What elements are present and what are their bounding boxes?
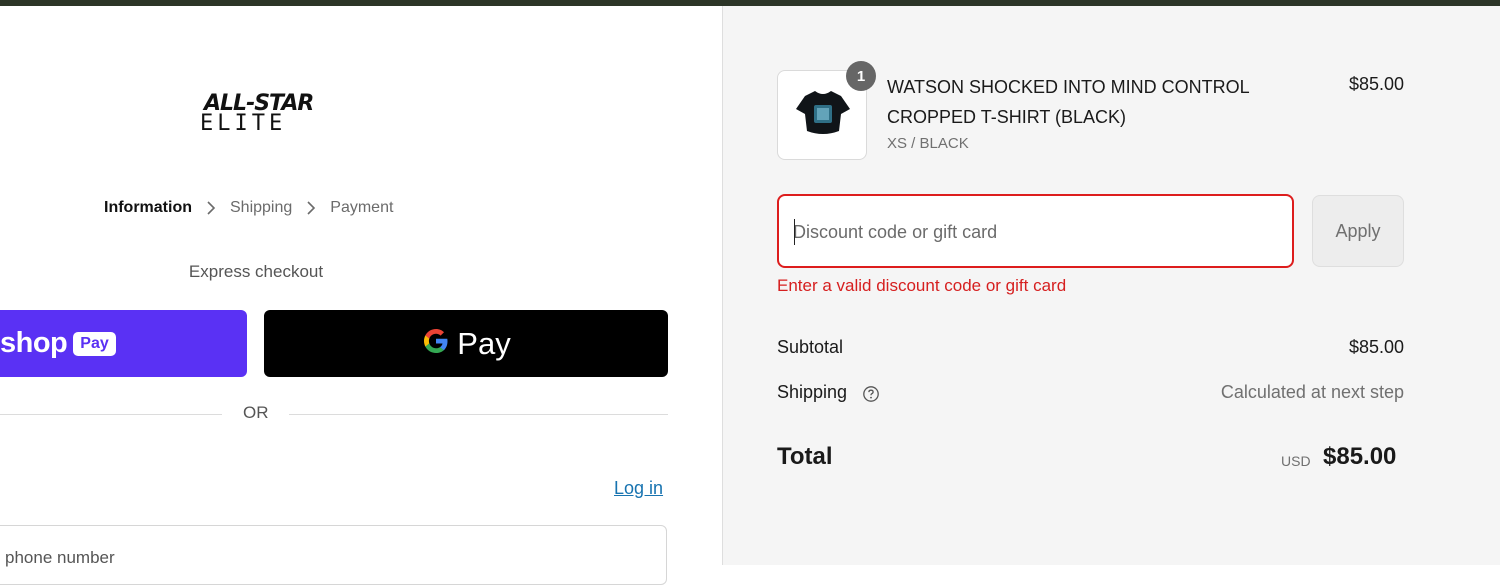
email-or-phone-field[interactable]: phone number: [0, 525, 667, 585]
phone-field-placeholder: phone number: [5, 548, 115, 567]
quantity-badge: 1: [846, 61, 876, 91]
or-line-left: [0, 414, 222, 415]
breadcrumb-payment: Payment: [330, 199, 394, 216]
or-label: OR: [243, 403, 269, 422]
shipping-label: Shipping: [777, 382, 848, 402]
shop-pay-button[interactable]: shop Pay: [0, 310, 247, 377]
or-divider: OR: [0, 403, 668, 425]
product-price: $85.00: [1348, 74, 1404, 94]
breadcrumb-information[interactable]: Information: [104, 199, 192, 217]
google-pay-button[interactable]: Pay: [264, 310, 668, 377]
or-line-right: [289, 414, 668, 415]
google-pay-label: Pay: [457, 325, 511, 361]
shop-pay-pill: Pay: [73, 331, 116, 356]
subtotal-label: Subtotal: [777, 337, 844, 357]
text-caret: [794, 219, 795, 245]
total-currency: USD: [1281, 453, 1311, 469]
breadcrumb-shipping: Shipping: [230, 199, 293, 216]
total-label: Total: [777, 443, 833, 470]
shop-pay-wordmark: shop: [0, 327, 68, 359]
discount-code-input[interactable]: [793, 218, 1273, 246]
total-amount: $85.00: [1323, 443, 1397, 470]
chevron-right-icon: [306, 201, 316, 215]
shipping-value: Calculated at next step: [1220, 382, 1404, 402]
subtotal-value: $85.00: [1348, 337, 1404, 357]
store-logo[interactable]: ALL-STAR ELITE: [198, 92, 314, 142]
discount-code-field[interactable]: [777, 194, 1294, 268]
google-g-icon: [421, 326, 451, 361]
login-link[interactable]: Log in: [614, 478, 663, 499]
discount-error-message: Enter a valid discount code or gift card: [777, 276, 1067, 295]
chevron-right-icon: [206, 201, 216, 215]
express-checkout-label: Express checkout: [188, 262, 324, 281]
breadcrumb: Information Shipping Payment: [104, 199, 393, 217]
apply-discount-button[interactable]: Apply: [1312, 195, 1404, 267]
product-title: WATSON SHOCKED INTO MIND CONTROL CROPPED…: [887, 77, 1250, 127]
logo-line2: ELITE: [200, 111, 287, 136]
question-circle-icon[interactable]: [862, 385, 880, 403]
product-variant: XS / BLACK: [887, 135, 969, 152]
